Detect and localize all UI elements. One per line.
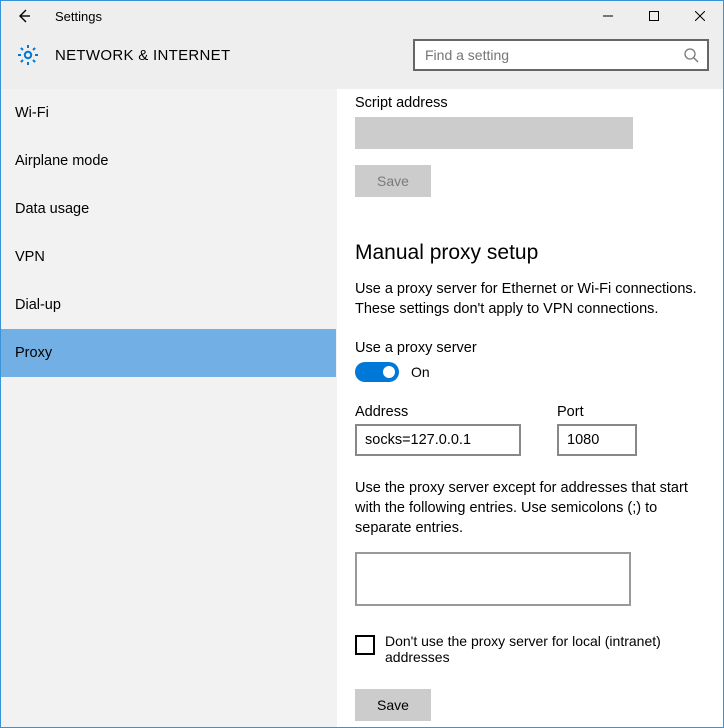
port-field: Port bbox=[557, 404, 637, 456]
script-address-label: Script address bbox=[355, 95, 711, 111]
address-input[interactable] bbox=[355, 424, 521, 456]
port-label: Port bbox=[557, 404, 637, 420]
sidebar-item-vpn[interactable]: VPN bbox=[1, 233, 336, 281]
use-proxy-toggle-row: On bbox=[355, 362, 711, 382]
sidebar-item-wifi[interactable]: Wi-Fi bbox=[1, 89, 336, 137]
use-proxy-label: Use a proxy server bbox=[355, 340, 711, 356]
toggle-knob bbox=[383, 366, 395, 378]
use-proxy-toggle[interactable] bbox=[355, 362, 399, 382]
exceptions-description: Use the proxy server except for addresse… bbox=[355, 478, 711, 539]
minimize-button[interactable] bbox=[585, 1, 631, 31]
close-button[interactable] bbox=[677, 1, 723, 31]
script-save-button[interactable]: Save bbox=[355, 165, 431, 197]
titlebar: Settings bbox=[1, 1, 723, 31]
minimize-icon bbox=[603, 11, 613, 21]
exceptions-input[interactable] bbox=[355, 552, 631, 606]
sidebar-item-airplane-mode[interactable]: Airplane mode bbox=[1, 137, 336, 185]
content-inner: Script address Save Manual proxy setup U… bbox=[337, 89, 723, 727]
proxy-fields: Address Port bbox=[355, 404, 711, 456]
address-field: Address bbox=[355, 404, 521, 456]
header: NETWORK & INTERNET bbox=[1, 31, 723, 89]
content-area: Script address Save Manual proxy setup U… bbox=[337, 89, 723, 727]
search-icon bbox=[683, 47, 699, 63]
sidebar-item-label: Dial-up bbox=[15, 297, 61, 313]
port-input[interactable] bbox=[557, 424, 637, 456]
sidebar-item-label: Airplane mode bbox=[15, 153, 109, 169]
window-controls bbox=[585, 1, 723, 31]
window-title: Settings bbox=[41, 9, 102, 24]
manual-proxy-description: Use a proxy server for Ethernet or Wi-Fi… bbox=[355, 279, 711, 320]
body: Wi-Fi Airplane mode Data usage VPN Dial-… bbox=[1, 89, 723, 727]
sidebar-item-label: VPN bbox=[15, 249, 45, 265]
settings-window: Settings bbox=[0, 0, 724, 728]
maximize-button[interactable] bbox=[631, 1, 677, 31]
sidebar-item-label: Wi-Fi bbox=[15, 105, 49, 121]
settings-icon bbox=[15, 42, 41, 68]
content-scroller[interactable]: Script address Save Manual proxy setup U… bbox=[337, 89, 723, 727]
sidebar-item-label: Data usage bbox=[15, 201, 89, 217]
local-addresses-label: Don't use the proxy server for local (in… bbox=[385, 633, 695, 665]
maximize-icon bbox=[649, 11, 659, 21]
arrow-left-icon bbox=[15, 7, 33, 25]
sidebar-item-data-usage[interactable]: Data usage bbox=[1, 185, 336, 233]
search-input[interactable] bbox=[423, 46, 683, 64]
save-button[interactable]: Save bbox=[355, 689, 431, 721]
sidebar-item-dialup[interactable]: Dial-up bbox=[1, 281, 336, 329]
script-address-input[interactable] bbox=[355, 117, 633, 149]
manual-proxy-heading: Manual proxy setup bbox=[355, 241, 711, 265]
sidebar-item-proxy[interactable]: Proxy bbox=[1, 329, 336, 377]
search-box[interactable] bbox=[413, 39, 709, 71]
sidebar-item-label: Proxy bbox=[15, 345, 52, 361]
gear-icon bbox=[16, 43, 40, 67]
local-addresses-row: Don't use the proxy server for local (in… bbox=[355, 633, 695, 665]
back-button[interactable] bbox=[7, 1, 41, 31]
section-title: NETWORK & INTERNET bbox=[55, 47, 413, 64]
address-label: Address bbox=[355, 404, 521, 420]
local-addresses-checkbox[interactable] bbox=[355, 635, 375, 655]
close-icon bbox=[695, 11, 705, 21]
sidebar: Wi-Fi Airplane mode Data usage VPN Dial-… bbox=[1, 89, 337, 727]
toggle-state-label: On bbox=[411, 364, 430, 380]
